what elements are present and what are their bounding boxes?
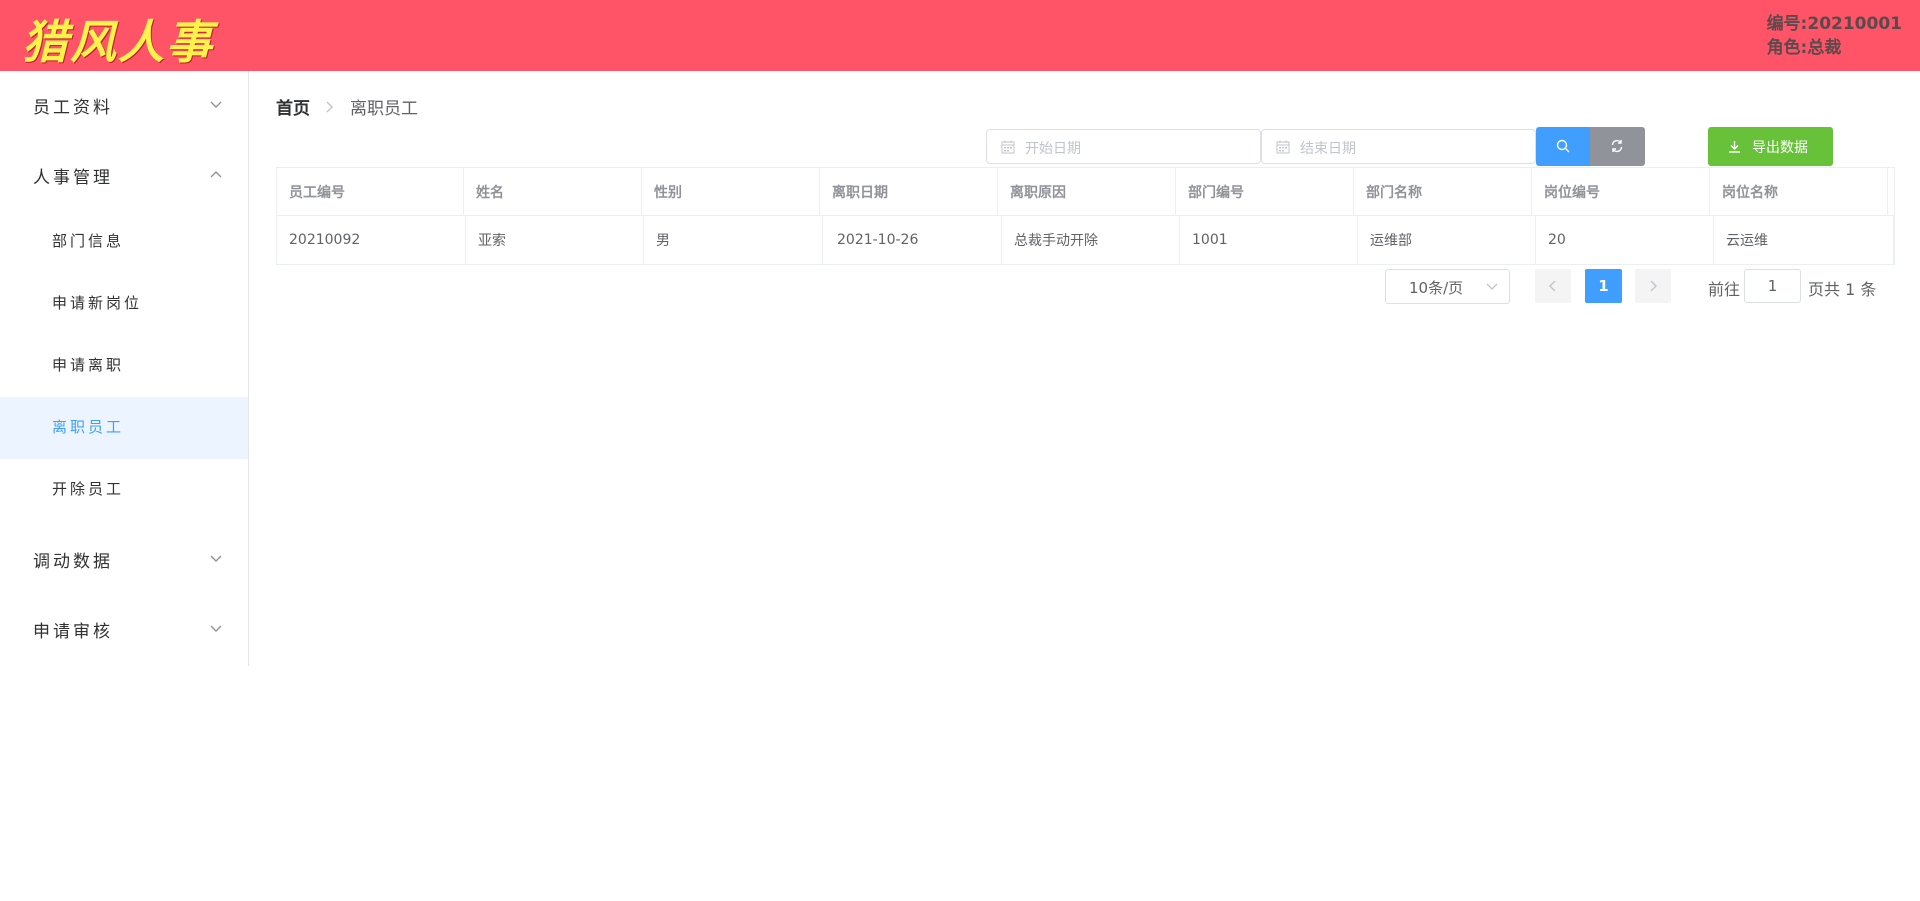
export-button-label: 导出数据 <box>1752 140 1808 156</box>
end-date-placeholder: 结束日期 <box>1300 141 1356 157</box>
column-header: 岗位编号 <box>1532 168 1710 215</box>
menu-group-label: 调动数据 <box>33 552 113 572</box>
column-header: 离职日期 <box>820 168 998 215</box>
column-header: 岗位名称 <box>1710 168 1888 215</box>
end-date-picker[interactable]: 结束日期 <box>1261 129 1536 164</box>
chevron-right-icon <box>1650 280 1657 292</box>
chevron-down-icon <box>210 101 222 108</box>
table-cell: 男 <box>644 216 823 264</box>
menu-group-label: 人事管理 <box>33 168 113 188</box>
column-header: 部门名称 <box>1354 168 1532 215</box>
sidebar-item-resigned-employees[interactable]: 离职员工 <box>0 397 248 459</box>
table-header-row: 员工编号 姓名 性别 离职日期 离职原因 部门编号 部门名称 岗位编号 岗位名称 <box>277 168 1894 216</box>
sidebar-item-label: 部门信息 <box>52 232 125 250</box>
table-cell: 2021-10-26 <box>823 216 1002 264</box>
chevron-right-icon <box>326 101 333 112</box>
page-size-value: 10条/页 <box>1409 279 1464 297</box>
table-cell: 云运维 <box>1714 216 1894 264</box>
search-button[interactable] <box>1536 127 1590 166</box>
reset-button[interactable] <box>1590 127 1645 166</box>
sidebar-item-label: 离职员工 <box>52 418 125 436</box>
table-cell: 20 <box>1536 216 1714 264</box>
user-id: 编号:20210001 <box>1766 14 1902 34</box>
user-info: 编号:20210001 角色:总裁 <box>1767 12 1902 60</box>
breadcrumb-home[interactable]: 首页 <box>276 94 310 119</box>
breadcrumb: 首页 离职员工 <box>276 94 418 119</box>
sidebar-item-label: 开除员工 <box>52 480 125 498</box>
table-cell: 20210092 <box>277 216 466 264</box>
menu-group-label: 员工资料 <box>33 98 113 118</box>
page-size-select[interactable]: 10条/页 <box>1385 269 1510 304</box>
table-row[interactable]: 20210092 亚索 男 2021-10-26 总裁手动开除 1001 运维部… <box>277 216 1894 264</box>
goto-page-input[interactable]: 1 <box>1744 269 1801 303</box>
app-logo: 猎风人事 <box>22 15 214 69</box>
chevron-left-icon <box>1549 280 1556 292</box>
sidebar-item-apply-resignation[interactable]: 申请离职 <box>0 335 248 397</box>
refresh-icon <box>1611 139 1623 153</box>
table-cell: 亚索 <box>466 216 644 264</box>
resigned-employees-table: 员工编号 姓名 性别 离职日期 离职原因 部门编号 部门名称 岗位编号 岗位名称… <box>276 167 1895 265</box>
column-header: 员工编号 <box>277 168 464 215</box>
column-header: 离职原因 <box>998 168 1176 215</box>
search-icon <box>1556 139 1570 153</box>
next-page-button[interactable] <box>1635 269 1671 303</box>
menu-group-transfer-data[interactable]: 调动数据 <box>0 525 248 595</box>
total-count: 页共 1 条 <box>1808 280 1877 299</box>
download-icon <box>1729 141 1740 153</box>
calendar-icon <box>1001 140 1015 154</box>
sidebar-item-department-info[interactable]: 部门信息 <box>0 211 248 273</box>
menu-group-label: 申请审核 <box>33 622 113 642</box>
menu-group-employee-info[interactable]: 员工资料 <box>0 71 248 141</box>
export-data-button[interactable]: 导出数据 <box>1708 127 1833 166</box>
sidebar-item-dismissed-employees[interactable]: 开除员工 <box>0 459 248 521</box>
chevron-down-icon <box>1486 283 1498 290</box>
column-header: 性别 <box>642 168 820 215</box>
sidebar-item-apply-new-position[interactable]: 申请新岗位 <box>0 273 248 335</box>
sidebar-menu: 员工资料 人事管理 部门信息 申请新岗位 申请离职 离职员工 开除员工 调动数据… <box>0 71 249 666</box>
chevron-down-icon <box>210 625 222 632</box>
prev-page-button[interactable] <box>1535 269 1571 303</box>
sidebar-item-label: 申请离职 <box>52 356 125 374</box>
table-cell: 运维部 <box>1358 216 1536 264</box>
page-number-current[interactable]: 1 <box>1585 269 1622 303</box>
calendar-icon <box>1276 140 1290 154</box>
top-header: 猎风人事 编号:20210001 角色:总裁 <box>0 0 1920 71</box>
menu-group-hr-management[interactable]: 人事管理 <box>0 141 248 211</box>
breadcrumb-current: 离职员工 <box>350 99 418 119</box>
goto-label: 前往 <box>1708 280 1741 299</box>
chevron-up-icon <box>210 171 222 178</box>
column-header: 部门编号 <box>1176 168 1354 215</box>
chevron-down-icon <box>210 555 222 562</box>
table-cell: 总裁手动开除 <box>1002 216 1180 264</box>
start-date-picker[interactable]: 开始日期 <box>986 129 1261 164</box>
column-header: 姓名 <box>464 168 642 215</box>
sidebar-item-label: 申请新岗位 <box>52 294 143 312</box>
start-date-placeholder: 开始日期 <box>1025 141 1081 157</box>
menu-group-application-review[interactable]: 申请审核 <box>0 595 248 665</box>
user-role: 角色:总裁 <box>1766 38 1842 58</box>
table-cell: 1001 <box>1180 216 1358 264</box>
